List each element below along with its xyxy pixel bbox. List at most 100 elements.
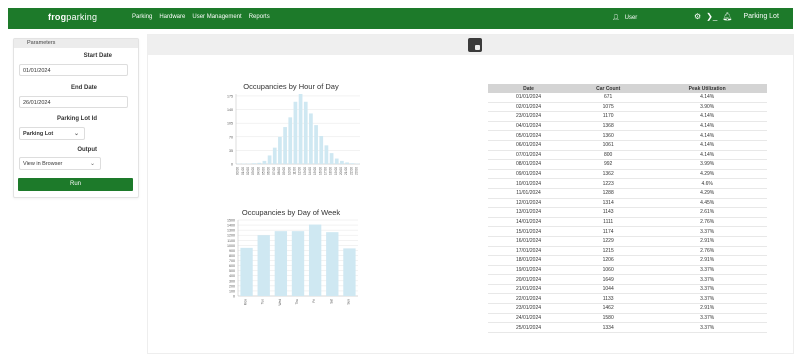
- hour-chart-title: Occupancies by Hour of Day: [243, 82, 339, 91]
- x-tick-label: 00:00: [236, 167, 240, 175]
- gear-icon[interactable]: ⚙: [694, 12, 701, 21]
- x-tick-label: 06:00: [267, 167, 271, 175]
- nav-hardware[interactable]: Hardware: [159, 14, 185, 20]
- table-row: 01/01/2024 671 4.14%: [488, 93, 767, 103]
- hour-chart-svg: 0357010514017500:00 01:00 02:00 03:00 04:00 0…: [227, 94, 360, 175]
- logo-rest-text: parking: [66, 12, 98, 22]
- export-icon[interactable]: [468, 38, 482, 52]
- x-tick-label: Mon: [244, 299, 248, 305]
- x-tick-label: 10:00: [287, 167, 291, 175]
- cell-date: 08/01/2024: [488, 159, 570, 170]
- end-date-label: End Date: [70, 85, 97, 91]
- table-row: 11/01/2024 1288 4.29%: [488, 188, 767, 199]
- cell-car-count: 1649: [569, 274, 648, 285]
- chart-bar: [262, 160, 267, 164]
- run-button[interactable]: Run: [18, 178, 133, 191]
- cell-peak-utilization: 3.37%: [647, 313, 767, 324]
- x-tick-label: 17:00: [323, 167, 327, 175]
- chart-bar: [240, 247, 253, 296]
- chart-bar: [252, 163, 256, 164]
- week-chart-title: Occupancies by Day of Week: [241, 208, 341, 217]
- cell-peak-utilization: 4.29%: [647, 169, 767, 180]
- y-tick-label: 0: [231, 163, 233, 167]
- brand-logo[interactable]: frogparking: [48, 12, 97, 22]
- y-tick-label: 600: [229, 264, 235, 268]
- cell-car-count: 1314: [569, 198, 648, 209]
- cell-date: 04/01/2024: [488, 121, 570, 132]
- chart-bar: [326, 232, 339, 296]
- parking-lot-select[interactable]: Parking Lot ⌄: [19, 127, 85, 140]
- cell-peak-utilization: 4.14%: [647, 140, 767, 151]
- nav-reports[interactable]: Reports: [249, 14, 270, 20]
- end-date-input[interactable]: 26/01/2024: [19, 96, 128, 108]
- y-tick-label: 35: [229, 149, 233, 153]
- header-car-count: Car Count: [569, 84, 648, 93]
- x-tick-label: Fri: [312, 299, 316, 303]
- nav-user-management[interactable]: User Management: [192, 14, 241, 20]
- cell-peak-utilization: 3.99%: [647, 159, 767, 170]
- table-row: 23/01/2024 1462 2.91%: [488, 303, 767, 314]
- cell-peak-utilization: 2.61%: [647, 207, 767, 218]
- x-tick-label: 03:00: [251, 167, 255, 175]
- cell-peak-utilization: 3.37%: [647, 293, 767, 305]
- x-tick-label: 19:00: [334, 167, 338, 175]
- cell-car-count: 1223: [569, 178, 648, 189]
- parking-lot-select-value: Parking Lot: [23, 131, 54, 137]
- cell-peak-utilization: 4.6%: [647, 178, 767, 189]
- cell-car-count: 1215: [569, 246, 648, 257]
- header-date: Date: [488, 84, 570, 93]
- cell-car-count: 1362: [569, 169, 648, 180]
- cell-car-count: 1174: [569, 226, 648, 237]
- x-tick-label: 08:00: [277, 167, 281, 175]
- terminal-icon[interactable]: ❯_: [706, 12, 717, 21]
- table-row: 19/01/2024 1060 3.37%: [488, 265, 767, 276]
- x-tick-label: Tue: [261, 299, 265, 305]
- cell-peak-utilization: 3.37%: [647, 265, 767, 276]
- table-row: 02/01/2024 1075 3.90%: [488, 102, 767, 113]
- start-date-label: Start Date: [83, 53, 112, 59]
- cell-date: 10/01/2024: [488, 178, 570, 189]
- chart-bar: [314, 125, 318, 164]
- chart-bar: [324, 145, 329, 164]
- cell-date: 11/01/2024: [488, 188, 570, 199]
- y-tick-label: 1500: [227, 219, 235, 223]
- table-row: 07/01/2024 800 4.14%: [488, 150, 767, 161]
- cell-car-count: 1368: [569, 121, 648, 132]
- main-nav: Parking Hardware User Management Reports: [132, 14, 270, 20]
- day-of-week-chart: Occupancies by Day of Week 0 100 200 300 400…: [218, 208, 364, 316]
- y-tick-label: 900: [229, 249, 235, 253]
- cell-peak-utilization: 3.37%: [647, 322, 767, 333]
- chart-bar: [303, 101, 308, 164]
- output-select[interactable]: View in Browser ⌄: [19, 157, 101, 170]
- chart-bar: [278, 136, 282, 164]
- cell-peak-utilization: 4.29%: [647, 188, 767, 199]
- cell-car-count: 1044: [569, 284, 648, 295]
- chart-bar: [257, 235, 270, 296]
- table-row: 23/01/2024 1170 4.14%: [488, 111, 767, 122]
- x-tick-label: 14:00: [308, 167, 312, 175]
- cell-peak-utilization: 3.37%: [647, 274, 767, 285]
- y-tick-label: 1200: [227, 234, 235, 238]
- cell-date: 09/01/2024: [488, 169, 570, 180]
- parking-lot-selector[interactable]: Parking Lot: [743, 13, 778, 20]
- table-row: 09/01/2024 1362 4.29%: [488, 169, 767, 180]
- chart-bar: [293, 101, 298, 164]
- cell-peak-utilization: 4.14%: [647, 150, 767, 161]
- cell-car-count: 1462: [569, 303, 648, 314]
- report-toolbar: [148, 35, 793, 55]
- chart-bar: [257, 162, 262, 164]
- bell-icon[interactable]: 🔔︎: [722, 12, 732, 21]
- cell-date: 07/01/2024: [488, 150, 570, 161]
- y-tick-label: 1100: [227, 239, 235, 243]
- x-tick-label: 18:00: [329, 167, 333, 175]
- x-tick-label: 07:00: [272, 167, 276, 175]
- cell-date: 12/01/2024: [488, 198, 570, 209]
- cell-car-count: 1143: [569, 207, 648, 218]
- nav-parking[interactable]: Parking: [132, 14, 152, 20]
- chart-bar: [329, 153, 334, 164]
- cell-car-count: 671: [569, 93, 648, 103]
- occupancy-table: Date Car Count Peak Utilization 01/01/20…: [488, 84, 767, 333]
- user-menu[interactable]: 👤︎ User: [612, 14, 637, 22]
- start-date-input[interactable]: 01/01/2024: [19, 64, 128, 76]
- table-row: 05/01/2024 1360 4.14%: [488, 130, 767, 141]
